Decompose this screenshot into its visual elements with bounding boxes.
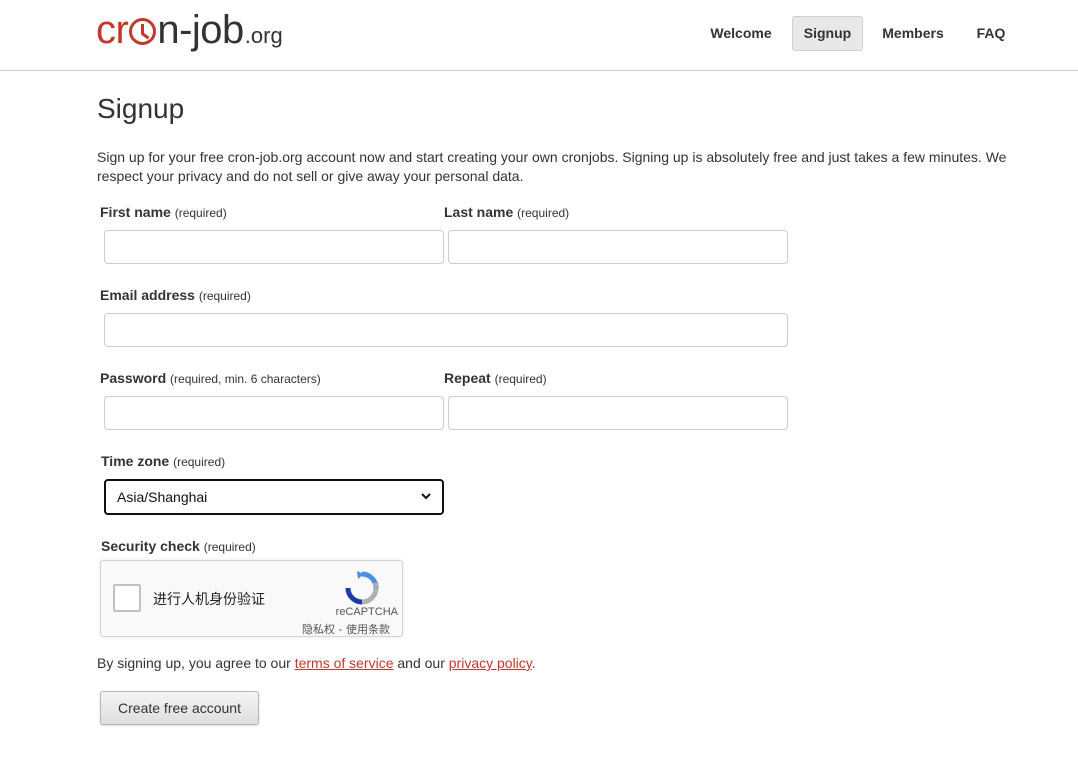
nav-faq[interactable]: FAQ [966, 16, 1016, 51]
terms-prefix: By signing up, you agree to our [97, 655, 295, 671]
terms-suffix: . [531, 655, 536, 671]
security-check-label: Security check (required) [101, 538, 256, 554]
intro-text: Sign up for your free cron-job.org accou… [97, 149, 1007, 184]
first-name-label: First name (required) [100, 204, 227, 220]
first-name-field[interactable] [104, 230, 444, 264]
first-name-required-note: (required) [174, 206, 227, 220]
email-label-text: Email address [100, 287, 195, 303]
timezone-label-text: Time zone [101, 453, 170, 469]
recaptcha-checkbox[interactable] [113, 584, 141, 612]
repeat-required-note: (required) [494, 372, 547, 386]
timezone-select[interactable]: Asia/Shanghai [104, 479, 444, 515]
repeat-label: Repeat (required) [444, 370, 547, 386]
nav-members[interactable]: Members [873, 16, 953, 51]
nav-welcome[interactable]: Welcome [700, 16, 782, 51]
nav-signup[interactable]: Signup [792, 16, 863, 51]
create-account-button[interactable]: Create free account [100, 691, 259, 725]
timezone-required-note: (required) [173, 455, 226, 469]
terms-agreement: By signing up, you agree to our terms of… [97, 655, 536, 671]
security-check-required-note: (required) [203, 540, 256, 554]
password-label: Password (required, min. 6 characters) [100, 370, 321, 386]
terms-middle: and our [393, 655, 449, 671]
site-header: cr n-job .org Welcome Signup Members FAQ [0, 0, 1078, 71]
recaptcha-brand: reCAPTCHA [335, 606, 398, 618]
last-name-field[interactable] [448, 230, 788, 264]
last-name-label-text: Last name [444, 204, 514, 220]
last-name-label: Last name (required) [444, 204, 569, 220]
timezone-label: Time zone (required) [101, 453, 225, 469]
main-nav: Welcome Signup Members FAQ [0, 16, 1078, 51]
page-title: Signup [97, 93, 185, 124]
recaptcha-privacy-terms-links[interactable]: 隐私权 - 使用条款 [302, 621, 390, 637]
email-field[interactable] [104, 313, 788, 347]
timezone-selected-value: Asia/Shanghai [117, 489, 208, 505]
repeat-label-text: Repeat [444, 370, 491, 386]
recaptcha-logo-icon [345, 571, 379, 605]
password-field[interactable] [104, 396, 444, 430]
password-label-text: Password [100, 370, 167, 386]
recaptcha-widget: 进行人机身份验证 reCAPTCHA 隐私权 - 使用条款 [100, 560, 403, 637]
recaptcha-checkbox-label: 进行人机身份验证 [153, 592, 265, 608]
repeat-password-field[interactable] [448, 396, 788, 430]
email-label: Email address (required) [100, 287, 251, 303]
last-name-required-note: (required) [517, 206, 570, 220]
privacy-policy-link[interactable]: privacy policy [449, 655, 532, 671]
first-name-label-text: First name [100, 204, 171, 220]
chevron-down-icon [421, 493, 431, 500]
password-required-note: (required, min. 6 characters) [170, 372, 321, 386]
terms-of-service-link[interactable]: terms of service [295, 655, 394, 671]
email-required-note: (required) [198, 289, 251, 303]
security-check-label-text: Security check [101, 538, 200, 554]
